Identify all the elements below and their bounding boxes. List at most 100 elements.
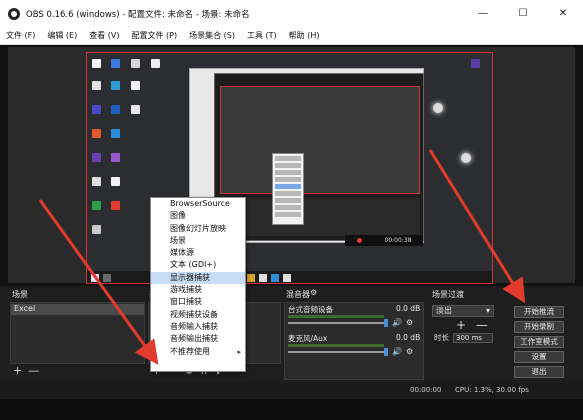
desktop-icon — [151, 59, 160, 68]
transition-buttons: + — — [456, 318, 488, 332]
desktop-icon — [92, 201, 101, 210]
nested-dock-thumbnail — [220, 198, 420, 236]
studio-mode-button[interactable]: 工作室模式 — [514, 336, 564, 348]
desktop-icon — [111, 129, 120, 138]
duration-input[interactable]: 300 ms — [453, 332, 493, 343]
mixer-track-name: 麦克风/Aux — [288, 334, 328, 343]
menu-help[interactable]: 帮助 (H) — [283, 30, 326, 41]
nested-context-menu-thumbnail — [272, 153, 304, 225]
volume-slider-track[interactable] — [288, 322, 386, 324]
menu-item-video-capture-device[interactable]: 视频捕获设备 — [151, 309, 245, 321]
desktop-icon — [131, 59, 140, 68]
status-bar: 00:00:00 CPU: 1.3%, 30.00 fps — [0, 383, 583, 399]
desktop-icon — [111, 81, 120, 90]
taskbar-icon — [103, 274, 111, 282]
settings-button[interactable]: 设置 — [514, 351, 564, 363]
menu-edit[interactable]: 编辑 (E) — [41, 30, 83, 41]
desktop-icon — [111, 153, 120, 162]
desktop-icon — [131, 81, 140, 90]
lamp-light — [433, 103, 443, 113]
taskbar-icon — [259, 274, 267, 282]
exit-button[interactable]: 退出 — [514, 366, 564, 378]
captured-taskbar — [87, 271, 492, 283]
menu-profile[interactable]: 配置文件 (P) — [126, 30, 184, 41]
taskbar-icon — [271, 274, 279, 282]
menu-item-display-capture[interactable]: 显示器捕获 — [151, 271, 245, 285]
mixer-track-name: 台式音频设备 — [288, 305, 333, 314]
desktop-icon — [111, 201, 120, 210]
desktop-icon — [111, 59, 120, 68]
speaker-icon[interactable]: 🔊 — [392, 347, 402, 356]
gear-icon[interactable]: ⚙ — [406, 347, 413, 356]
menu-item-image[interactable]: 图像 — [151, 210, 245, 222]
menu-item-scene[interactable]: 场景 — [151, 235, 245, 247]
add-transition-button[interactable]: + — [456, 318, 466, 332]
menu-tools[interactable]: 工具 (T) — [241, 30, 283, 41]
maximize-button[interactable]: ☐ — [503, 0, 543, 27]
duration-row: 时长 300 ms — [434, 332, 493, 343]
mixer-gear-icon[interactable]: ⚙ — [310, 288, 317, 297]
record-dot-icon — [356, 238, 362, 243]
remove-scene-button[interactable]: — — [28, 364, 39, 377]
menu-bar: 文件 (F) 编辑 (E) 查看 (V) 配置文件 (P) 场景集合 (S) 工… — [0, 27, 583, 45]
volume-meter — [288, 344, 384, 347]
menu-item-audio-input-capture[interactable]: 音频输入捕获 — [151, 321, 245, 333]
desktop-icon — [92, 81, 101, 90]
menu-item-window-capture[interactable]: 窗口捕获 — [151, 296, 245, 308]
volume-slider-track[interactable] — [288, 351, 386, 353]
menu-item-image-slideshow[interactable]: 图像幻灯片放映 — [151, 223, 245, 235]
volume-meter — [288, 315, 384, 318]
menu-item-media-source[interactable]: 媒体源 — [151, 247, 245, 259]
start-recording-button[interactable]: 开始录制 — [514, 321, 564, 333]
submenu-arrow-icon: ▸ — [237, 347, 241, 356]
menu-view[interactable]: 查看 (V) — [83, 30, 125, 41]
menu-item-audio-output-capture[interactable]: 音频输出捕获 — [151, 333, 245, 345]
transition-select[interactable]: 淡出 ▾ — [432, 305, 494, 317]
scenes-toolbar: + — — [13, 364, 39, 377]
taskbar-icon — [283, 274, 291, 282]
mixer-track-db: 0.0 dB — [396, 304, 421, 313]
desktop-icon — [92, 225, 101, 234]
scenes-list[interactable]: Excel — [10, 302, 145, 364]
menu-item-game-capture[interactable]: 游戏捕获 — [151, 284, 245, 296]
speaker-icon[interactable]: 🔊 — [392, 318, 402, 327]
desktop-icon — [92, 129, 101, 138]
recording-time: 00:00:38 — [384, 237, 412, 244]
menu-file[interactable]: 文件 (F) — [0, 30, 41, 41]
desktop-icon — [92, 105, 101, 114]
minimize-button[interactable]: — — [463, 0, 503, 27]
desktop-icon — [92, 177, 101, 186]
taskbar-icon — [247, 274, 255, 282]
transitions-title: 场景过渡 — [432, 290, 464, 299]
window-controls: — ☐ ✕ — [463, 0, 583, 27]
title-bar: OBS 0.16.6 (windows) - 配置文件: 未命名 - 场景: 未… — [0, 0, 583, 27]
menu-item-deprecated-label: 不推荐使用 — [170, 346, 210, 356]
chevron-down-icon: ▾ — [485, 306, 490, 315]
status-time: 00:00:00 — [410, 386, 442, 394]
captured-desktop-preview: 00:00:38 — [86, 52, 493, 284]
scene-item[interactable]: Excel — [11, 304, 144, 315]
add-scene-button[interactable]: + — [13, 364, 22, 377]
add-source-context-menu: BrowserSource 图像 图像幻灯片放映 场景 媒体源 文本 (GDI+… — [150, 197, 246, 372]
desktop-icon — [92, 59, 101, 68]
menu-item-deprecated[interactable]: 不推荐使用 ▸ — [151, 346, 245, 358]
menu-item-text-gdi[interactable]: 文本 (GDI+) — [151, 259, 245, 271]
window-title: OBS 0.16.6 (windows) - 配置文件: 未命名 - 场景: 未… — [26, 9, 250, 20]
volume-slider-knob[interactable] — [384, 319, 388, 327]
volume-slider-knob[interactable] — [384, 348, 388, 356]
gear-icon[interactable]: ⚙ — [406, 318, 413, 327]
desktop-icon — [111, 177, 120, 186]
desktop-icon — [131, 105, 140, 114]
nested-preview-thumbnail — [220, 86, 420, 194]
duration-label: 时长 — [434, 333, 449, 342]
menu-item-browser-source[interactable]: BrowserSource — [151, 198, 245, 210]
desktop-icon — [111, 105, 120, 114]
transition-selected-value: 淡出 — [436, 306, 452, 315]
windows-start-icon — [91, 274, 99, 282]
close-button[interactable]: ✕ — [543, 0, 583, 27]
start-streaming-button[interactable]: 开始推流 — [514, 306, 564, 318]
obs-logo-icon — [8, 7, 20, 20]
remove-transition-button[interactable]: — — [476, 318, 488, 332]
menu-scene-collection[interactable]: 场景集合 (S) — [183, 30, 241, 41]
bottom-strip — [0, 399, 583, 420]
